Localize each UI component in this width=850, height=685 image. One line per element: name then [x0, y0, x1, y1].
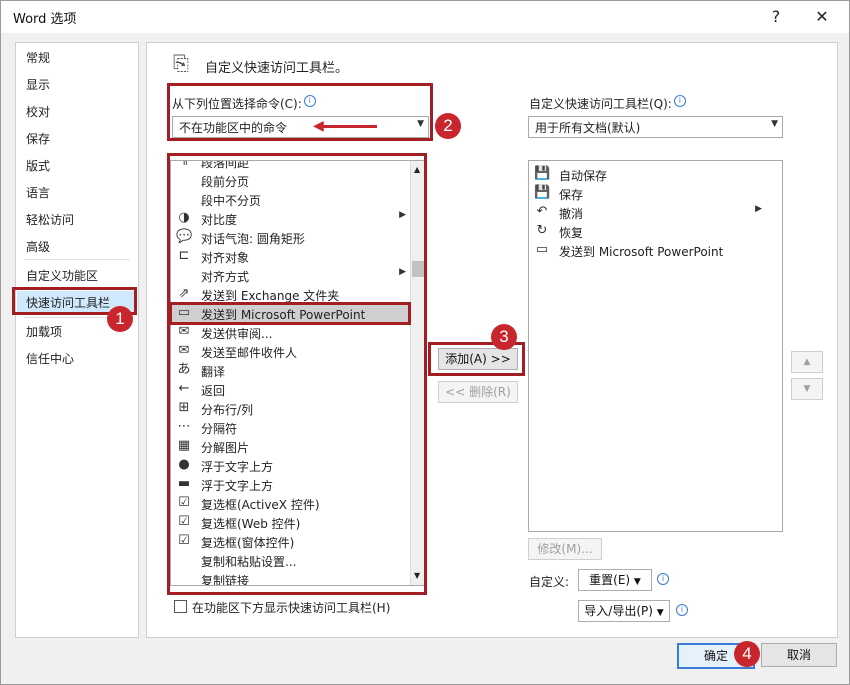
powerpoint-icon: ▭	[535, 242, 549, 257]
move-up-icon: ▲	[803, 357, 811, 367]
chevron-down-icon: ▼	[771, 119, 778, 129]
annotation-box-selected	[169, 302, 411, 325]
modify-button[interactable]: 修改(M)...	[528, 538, 602, 560]
annotation-box-list	[167, 153, 427, 595]
qat-item[interactable]: ↻ 恢复	[529, 222, 782, 241]
remove-button[interactable]: << 删除(R)	[438, 381, 518, 403]
close-button[interactable]: ✕	[807, 5, 837, 29]
nav-item-advanced[interactable]: 高级	[26, 238, 50, 255]
show-below-ribbon-checkbox[interactable]	[174, 600, 187, 613]
nav-item-add-ins[interactable]: 加载项	[26, 323, 62, 340]
nav-item-save[interactable]: 保存	[26, 130, 50, 147]
show-below-ribbon-label: 在功能区下方显示快速访问工具栏(H)	[192, 601, 391, 615]
qat-label: 保存	[559, 188, 584, 202]
qat-item[interactable]: 💾 自动保存	[529, 165, 782, 184]
info-icon: i	[657, 573, 669, 585]
window-title: Word 选项	[13, 12, 77, 27]
chevron-down-icon: ▼	[656, 608, 664, 618]
step-badge-2: 2	[435, 113, 461, 139]
import-export-label: 导入/导出(P)	[584, 604, 653, 618]
info-icon: i	[676, 604, 688, 616]
submenu-arrow-icon: ▶	[755, 204, 762, 214]
cancel-button[interactable]: 取消	[761, 643, 837, 667]
qat-label: 发送到 Microsoft PowerPoint	[559, 245, 724, 259]
nav-item-proofing[interactable]: 校对	[26, 103, 50, 120]
reset-dropdown[interactable]: 重置(E) ▼	[578, 569, 652, 591]
options-nav: 常规 显示 校对 保存 版式 语言 轻松访问 高级 自定义功能区 快速访问工具栏…	[15, 42, 139, 638]
qat-item[interactable]: 💾 保存	[529, 184, 782, 203]
nav-item-layout[interactable]: 版式	[26, 157, 50, 174]
customize-qat-dropdown[interactable]: 用于所有文档(默认) ▼	[528, 116, 783, 138]
import-export-dropdown[interactable]: 导入/导出(P) ▼	[578, 600, 670, 622]
move-up-button[interactable]: ▲	[791, 351, 823, 373]
help-button[interactable]: ?	[761, 5, 791, 29]
chevron-down-icon: ▼	[633, 577, 641, 587]
qat-label: 恢复	[559, 226, 584, 240]
nav-item-general[interactable]: 常规	[26, 49, 50, 66]
redo-icon: ↻	[536, 223, 548, 238]
reset-label: 重置(E)	[589, 573, 631, 587]
nav-item-display[interactable]: 显示	[26, 76, 50, 93]
qat-item[interactable]: ▭ 发送到 Microsoft PowerPoint	[529, 241, 782, 260]
nav-item-trust-center[interactable]: 信任中心	[26, 350, 74, 367]
annotation-box-2	[167, 83, 433, 141]
info-icon: i	[673, 95, 686, 107]
qat-label: 撤消	[559, 207, 584, 221]
save-icon: 💾	[534, 185, 551, 200]
customize-label: 自定义:	[529, 575, 570, 589]
step-badge-1: 1	[107, 306, 133, 332]
nav-item-customize-ribbon[interactable]: 自定义功能区	[26, 267, 98, 284]
step-badge-3: 3	[491, 324, 517, 350]
nav-divider	[24, 259, 130, 260]
qat-item[interactable]: ↶ 撤消 ▶	[529, 203, 782, 222]
qat-commands-list[interactable]: 💾 自动保存 💾 保存 ↶ 撤消 ▶ ↻ 恢复 ▭ 发送到 Microsoft PowerPoint	[528, 160, 783, 532]
qat-label: 自动保存	[559, 169, 608, 183]
nav-item-language[interactable]: 语言	[26, 184, 50, 201]
step-badge-4: 4	[734, 641, 760, 667]
customize-qat-value: 用于所有文档(默认)	[535, 121, 641, 135]
move-down-icon: ▼	[803, 384, 811, 394]
move-down-button[interactable]: ▼	[791, 378, 823, 400]
page-heading: 自定义快速访问工具栏。	[205, 61, 349, 76]
nav-item-accessibility[interactable]: 轻松访问	[26, 211, 74, 228]
title-bar: Word 选项 ? ✕	[1, 1, 849, 33]
word-options-dialog: Word 选项 ? ✕ 常规 显示 校对 保存 版式 语言 轻松访问 高级 自定…	[0, 0, 850, 685]
quick-access-toolbar-icon: ⎘	[173, 51, 189, 75]
autosave-icon: 💾	[534, 166, 551, 181]
customize-qat-label: 自定义快速访问工具栏(Q): i	[529, 95, 686, 112]
undo-icon: ↶	[536, 204, 548, 219]
